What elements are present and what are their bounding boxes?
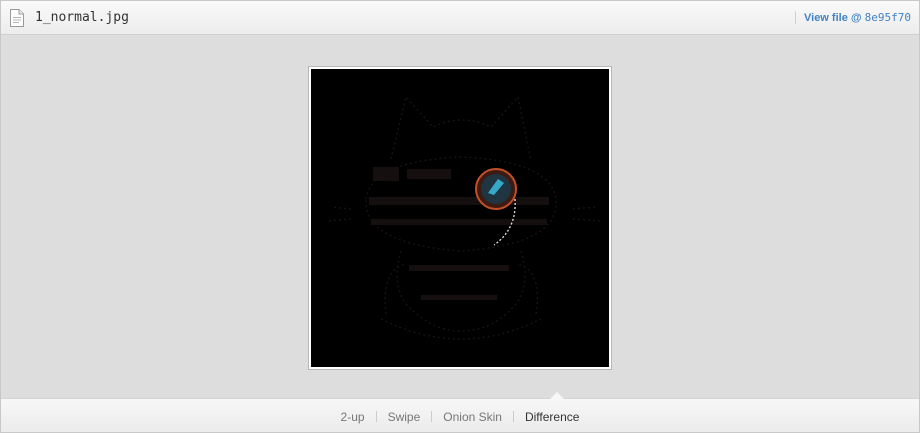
image-diff-view: 1_normal.jpg View file @ 8e95f70 2-up Sw… bbox=[0, 0, 920, 433]
image-canvas bbox=[1, 35, 919, 398]
view-mode-bar: 2-up Swipe Onion Skin Difference bbox=[1, 392, 919, 432]
view-mode-tabs: 2-up Swipe Onion Skin Difference bbox=[1, 410, 919, 424]
image-frame bbox=[308, 66, 612, 370]
tab-separator bbox=[375, 411, 377, 422]
tab-difference[interactable]: Difference bbox=[525, 410, 579, 424]
tab-onion-skin[interactable]: Onion Skin bbox=[443, 410, 502, 424]
active-mode-pointer bbox=[550, 392, 564, 399]
header-divider bbox=[795, 11, 796, 24]
commit-sha: 8e95f70 bbox=[864, 11, 912, 24]
view-file-link[interactable]: View file @ 8e95f70 bbox=[804, 11, 911, 24]
tab-2-up[interactable]: 2-up bbox=[341, 410, 365, 424]
difference-image bbox=[311, 69, 609, 367]
file-icon bbox=[9, 9, 24, 27]
tab-separator bbox=[431, 411, 433, 422]
file-name: 1_normal.jpg bbox=[35, 10, 129, 25]
view-file-label: View file @ bbox=[804, 12, 862, 24]
file-header: 1_normal.jpg View file @ 8e95f70 bbox=[1, 1, 919, 35]
tab-swipe[interactable]: Swipe bbox=[388, 410, 421, 424]
tab-separator bbox=[512, 411, 514, 422]
